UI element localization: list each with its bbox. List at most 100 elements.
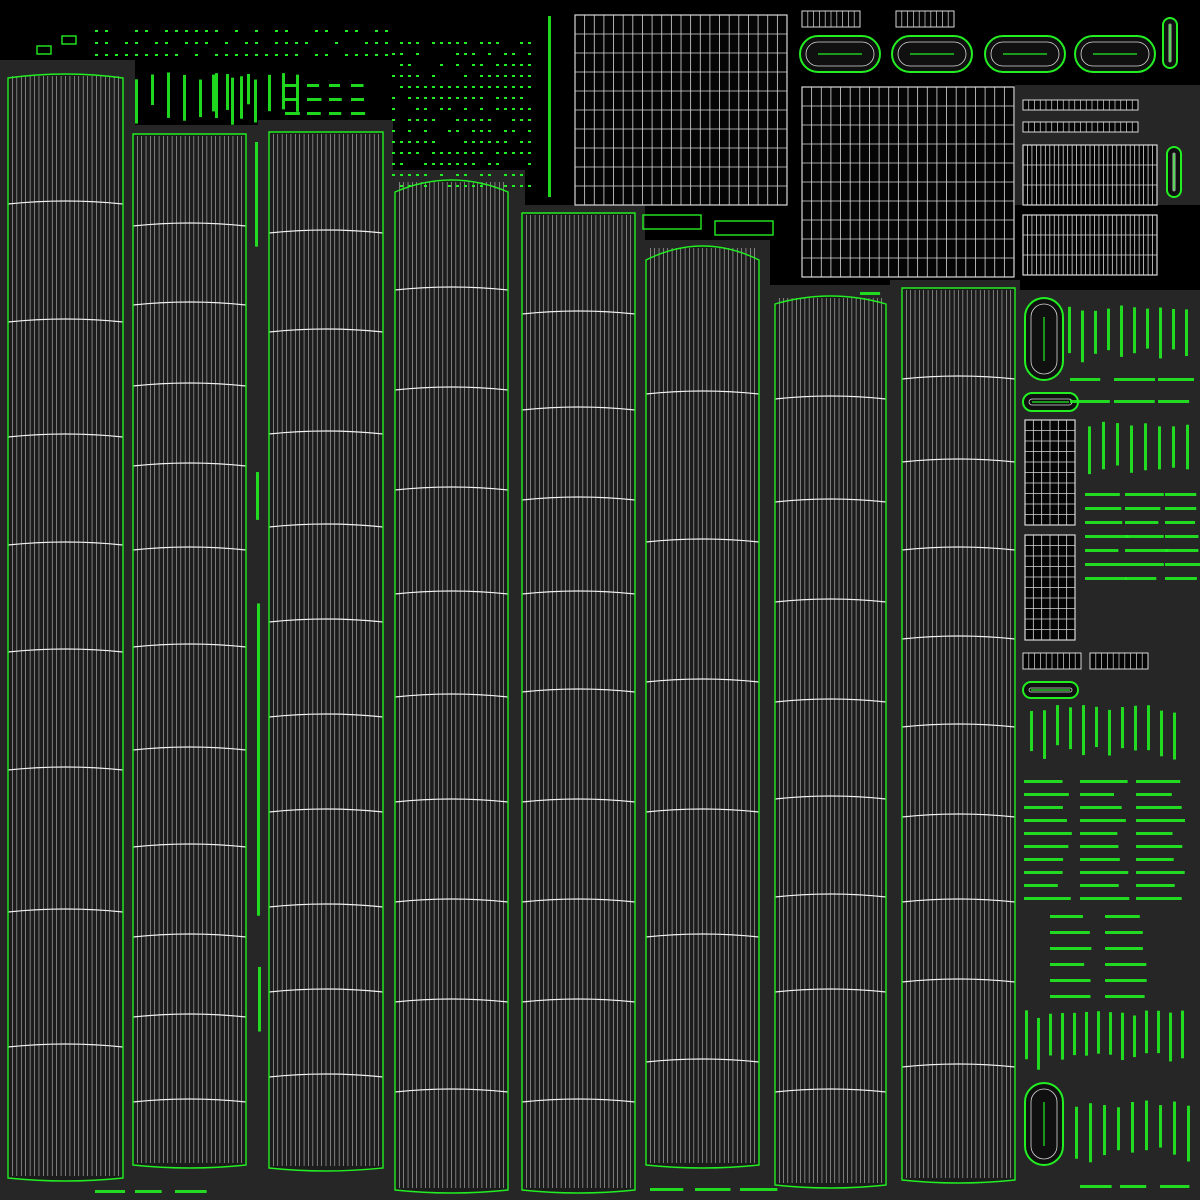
seam-dot [456, 86, 459, 88]
seam-dot [520, 185, 523, 187]
seam-bar [1165, 535, 1199, 538]
seam-dot [325, 30, 328, 32]
seam-dot [225, 42, 228, 44]
seam-dot [512, 130, 515, 132]
seam-bar [1085, 1011, 1088, 1056]
seam-dot [496, 75, 499, 77]
seam-dot [295, 54, 298, 56]
seam-bar [257, 603, 260, 916]
seam-dot [472, 86, 475, 88]
seam-bar [1136, 819, 1185, 822]
seam-dot [520, 42, 523, 44]
seam-bar [1105, 947, 1143, 950]
seam-bar [1024, 897, 1071, 900]
seam-dot [504, 152, 507, 154]
seam-bar [1116, 423, 1119, 466]
seam-bar [1080, 832, 1118, 835]
seam-dot [315, 54, 318, 56]
seam-dot [464, 108, 467, 110]
seam-dot [488, 53, 491, 55]
seam-dot [265, 54, 268, 56]
rib-island-5 [1022, 652, 1082, 670]
seam-dot [416, 75, 419, 77]
seam-bar [1145, 1100, 1148, 1151]
seam-bar [1165, 507, 1197, 510]
seam-dot [512, 119, 515, 121]
capsule-island-4 [1074, 35, 1156, 73]
seam-dot [345, 54, 348, 56]
seam-dot [464, 152, 467, 154]
tall-strip-7 [774, 295, 887, 1189]
wire-grid-small-a [1022, 144, 1158, 206]
seam-bar [307, 112, 321, 115]
seam-bar [1125, 521, 1159, 524]
vertical-connector-4 [258, 966, 261, 1032]
seam-bar [175, 1190, 207, 1193]
small-fragment [860, 292, 881, 295]
seam-bar [215, 73, 218, 119]
seam-bar [1070, 378, 1101, 381]
seam-dot [448, 185, 451, 187]
seam-dot [432, 75, 435, 77]
seam-bar [1080, 806, 1122, 809]
seam-bar [285, 112, 300, 115]
seam-dot [480, 108, 483, 110]
seam-dot [408, 86, 411, 88]
seam-dot [440, 86, 443, 88]
seam-dot [488, 42, 491, 44]
seam-bar [226, 74, 229, 110]
seam-bar [1080, 780, 1128, 783]
seam-dot [520, 97, 523, 99]
seam-dot [520, 64, 523, 66]
seam-bar [1165, 577, 1197, 580]
seam-bar [1136, 793, 1172, 796]
seam-dot [285, 30, 288, 32]
seam-dot [392, 130, 395, 132]
seam-bar [1158, 426, 1161, 470]
seam-dot [448, 97, 451, 99]
seam-bar [548, 15, 551, 198]
seam-bar [1050, 979, 1091, 982]
seam-bar [1105, 931, 1143, 934]
seam-dot [448, 163, 451, 165]
seam-dot [392, 119, 395, 121]
seam-dot [385, 42, 388, 44]
seam-dot [528, 42, 531, 44]
seam-dot [528, 75, 531, 77]
seam-dot [245, 42, 248, 44]
seam-bar [1136, 858, 1174, 861]
seam-dot [456, 42, 459, 44]
seam-bar [1050, 931, 1090, 934]
seam-bar [1024, 819, 1067, 822]
seam-bar [1105, 995, 1145, 998]
seam-bar [1121, 1012, 1124, 1061]
seam-bar [1024, 884, 1058, 887]
seam-dot [520, 174, 523, 176]
seam-bar [1103, 1105, 1106, 1156]
seam-dot [215, 30, 218, 32]
seam-dot [125, 54, 128, 56]
seam-bar [351, 84, 364, 87]
seam-dot [472, 64, 475, 66]
seam-dot [245, 54, 248, 56]
seam-dot [215, 54, 218, 56]
seam-dot [456, 163, 459, 165]
seam-bar [1089, 1103, 1092, 1163]
seam-bar [307, 98, 322, 101]
seam-bar [1158, 400, 1190, 403]
seam-bar [1144, 423, 1147, 471]
seam-bar [1125, 563, 1164, 566]
seam-dot [488, 119, 491, 121]
seam-bar [1080, 858, 1120, 861]
seam-bar [740, 1188, 778, 1191]
seam-bar [1117, 1107, 1120, 1151]
seam-dot [496, 152, 499, 154]
seam-dot [448, 108, 451, 110]
seam-dot [504, 174, 507, 176]
seam-dot [408, 141, 411, 143]
seam-bar [1080, 871, 1129, 874]
seam-dot [165, 42, 168, 44]
seam-dot [135, 42, 138, 44]
seam-bar [95, 1190, 126, 1193]
seam-dot [488, 130, 491, 132]
